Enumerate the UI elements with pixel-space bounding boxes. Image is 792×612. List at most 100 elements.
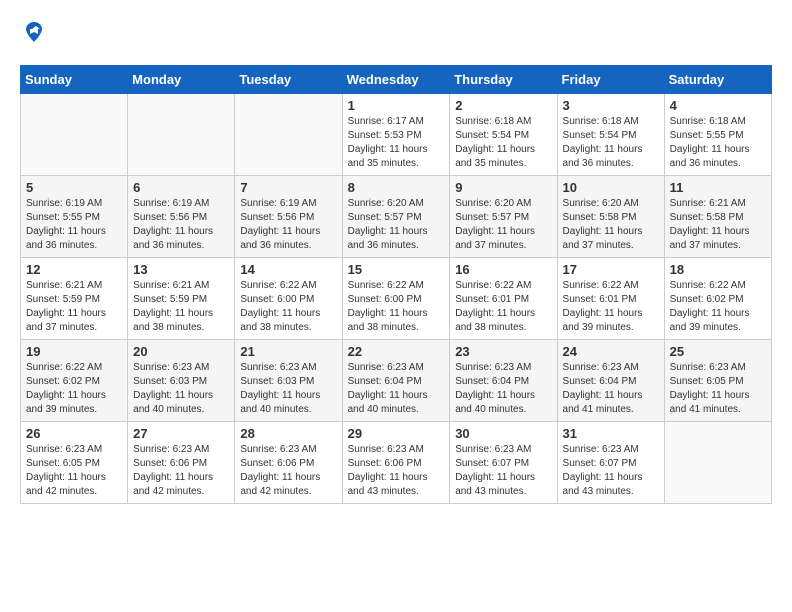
day-info: Sunrise: 6:20 AM Sunset: 5:57 PM Dayligh… <box>455 197 551 253</box>
day-number: 14 <box>240 262 336 277</box>
calendar-cell: 26 Sunrise: 6:23 AM Sunset: 6:05 PM Dayli… <box>21 422 128 504</box>
day-number: 24 <box>563 344 659 359</box>
day-info: Sunrise: 6:21 AM Sunset: 5:58 PM Dayligh… <box>670 197 766 253</box>
day-info: Sunrise: 6:22 AM Sunset: 6:01 PM Dayligh… <box>455 279 551 335</box>
calendar-cell: 31Sunrise: 6:23 AM Sunset: 6:07 PM Dayli… <box>557 422 664 504</box>
calendar-cell: 5 Sunrise: 6:19 AM Sunset: 5:55 PM Daylig… <box>21 176 128 258</box>
day-info: Sunrise: 6:23 AM Sunset: 6:04 PM Dayligh… <box>455 361 551 417</box>
calendar-cell: 24 Sunrise: 6:23 AM Sunset: 6:04 PM Dayli… <box>557 340 664 422</box>
calendar-cell: 17 Sunrise: 6:22 AM Sunset: 6:01 PM Dayli… <box>557 258 664 340</box>
calendar-cell: 18Sunrise: 6:22 AM Sunset: 6:02 PM Dayli… <box>664 258 771 340</box>
day-info: Sunrise: 6:23 AM Sunset: 6:05 PM Dayligh… <box>26 443 122 499</box>
calendar-cell <box>664 422 771 504</box>
day-info: Sunrise: 6:18 AM Sunset: 5:54 PM Dayligh… <box>563 115 659 171</box>
weekday-header-monday: Monday <box>128 66 235 94</box>
day-number: 18 <box>670 262 766 277</box>
calendar-cell: 11 Sunrise: 6:21 AM Sunset: 5:58 PM Dayli… <box>664 176 771 258</box>
weekday-header-saturday: Saturday <box>664 66 771 94</box>
calendar-week-row: 5 Sunrise: 6:19 AM Sunset: 5:55 PM Daylig… <box>21 176 772 258</box>
day-info: Sunrise: 6:20 AM Sunset: 5:58 PM Dayligh… <box>563 197 659 253</box>
day-info: Sunrise: 6:19 AM Sunset: 5:56 PM Dayligh… <box>133 197 229 253</box>
day-number: 10 <box>563 180 659 195</box>
weekday-header-tuesday: Tuesday <box>235 66 342 94</box>
calendar-week-row: 12 Sunrise: 6:21 AM Sunset: 5:59 PM Dayli… <box>21 258 772 340</box>
day-info: Sunrise: 6:23 AM Sunset: 6:04 PM Dayligh… <box>563 361 659 417</box>
calendar-cell: 12 Sunrise: 6:21 AM Sunset: 5:59 PM Dayli… <box>21 258 128 340</box>
day-info: Sunrise: 6:23 AM Sunset: 6:05 PM Dayligh… <box>670 361 766 417</box>
weekday-header-thursday: Thursday <box>450 66 557 94</box>
day-number: 22 <box>348 344 445 359</box>
day-info: Sunrise: 6:23 AM Sunset: 6:06 PM Dayligh… <box>348 443 445 499</box>
calendar-cell: 20 Sunrise: 6:23 AM Sunset: 6:03 PM Dayli… <box>128 340 235 422</box>
calendar-cell: 4 Sunrise: 6:18 AM Sunset: 5:55 PM Daylig… <box>664 94 771 176</box>
weekday-header-friday: Friday <box>557 66 664 94</box>
calendar-cell: 30 Sunrise: 6:23 AM Sunset: 6:07 PM Dayli… <box>450 422 557 504</box>
day-number: 3 <box>563 98 659 113</box>
logo <box>20 20 46 49</box>
calendar-cell: 27 Sunrise: 6:23 AM Sunset: 6:06 PM Dayli… <box>128 422 235 504</box>
calendar-week-row: 19Sunrise: 6:22 AM Sunset: 6:02 PM Dayli… <box>21 340 772 422</box>
weekday-header-sunday: Sunday <box>21 66 128 94</box>
day-number: 20 <box>133 344 229 359</box>
day-number: 30 <box>455 426 551 441</box>
day-info: Sunrise: 6:23 AM Sunset: 6:07 PM Dayligh… <box>455 443 551 499</box>
calendar-cell: 28 Sunrise: 6:23 AM Sunset: 6:06 PM Dayli… <box>235 422 342 504</box>
day-info: Sunrise: 6:23 AM Sunset: 6:03 PM Dayligh… <box>133 361 229 417</box>
day-info: Sunrise: 6:17 AM Sunset: 5:53 PM Dayligh… <box>348 115 445 171</box>
day-number: 29 <box>348 426 445 441</box>
calendar-cell: 22 Sunrise: 6:23 AM Sunset: 6:04 PM Dayli… <box>342 340 450 422</box>
page-header <box>20 20 772 49</box>
calendar-cell: 7Sunrise: 6:19 AM Sunset: 5:56 PM Daylig… <box>235 176 342 258</box>
day-info: Sunrise: 6:23 AM Sunset: 6:03 PM Dayligh… <box>240 361 336 417</box>
calendar-cell: 14 Sunrise: 6:22 AM Sunset: 6:00 PM Dayli… <box>235 258 342 340</box>
calendar-cell: 21 Sunrise: 6:23 AM Sunset: 6:03 PM Dayli… <box>235 340 342 422</box>
weekday-header-wednesday: Wednesday <box>342 66 450 94</box>
day-number: 4 <box>670 98 766 113</box>
day-number: 12 <box>26 262 122 277</box>
calendar-cell: 23 Sunrise: 6:23 AM Sunset: 6:04 PM Dayli… <box>450 340 557 422</box>
calendar-cell: 1 Sunrise: 6:17 AM Sunset: 5:53 PM Daylig… <box>342 94 450 176</box>
weekday-header-row: SundayMondayTuesdayWednesdayThursdayFrid… <box>21 66 772 94</box>
calendar-cell: 25 Sunrise: 6:23 AM Sunset: 6:05 PM Dayli… <box>664 340 771 422</box>
day-number: 8 <box>348 180 445 195</box>
day-info: Sunrise: 6:23 AM Sunset: 6:07 PM Dayligh… <box>563 443 659 499</box>
calendar-cell: 16 Sunrise: 6:22 AM Sunset: 6:01 PM Dayli… <box>450 258 557 340</box>
day-number: 27 <box>133 426 229 441</box>
day-number: 15 <box>348 262 445 277</box>
day-info: Sunrise: 6:21 AM Sunset: 5:59 PM Dayligh… <box>133 279 229 335</box>
calendar-cell: 2Sunrise: 6:18 AM Sunset: 5:54 PM Daylig… <box>450 94 557 176</box>
day-info: Sunrise: 6:22 AM Sunset: 6:01 PM Dayligh… <box>563 279 659 335</box>
day-info: Sunrise: 6:19 AM Sunset: 5:55 PM Dayligh… <box>26 197 122 253</box>
calendar-cell: 3 Sunrise: 6:18 AM Sunset: 5:54 PM Daylig… <box>557 94 664 176</box>
day-number: 1 <box>348 98 445 113</box>
day-info: Sunrise: 6:23 AM Sunset: 6:04 PM Dayligh… <box>348 361 445 417</box>
logo-icon <box>22 20 46 44</box>
day-info: Sunrise: 6:22 AM Sunset: 6:00 PM Dayligh… <box>240 279 336 335</box>
calendar-cell: 9 Sunrise: 6:20 AM Sunset: 5:57 PM Daylig… <box>450 176 557 258</box>
day-number: 28 <box>240 426 336 441</box>
day-number: 25 <box>670 344 766 359</box>
day-number: 17 <box>563 262 659 277</box>
day-info: Sunrise: 6:22 AM Sunset: 6:00 PM Dayligh… <box>348 279 445 335</box>
calendar-week-row: 26 Sunrise: 6:23 AM Sunset: 6:05 PM Dayli… <box>21 422 772 504</box>
calendar-table: SundayMondayTuesdayWednesdayThursdayFrid… <box>20 65 772 504</box>
day-number: 13 <box>133 262 229 277</box>
day-info: Sunrise: 6:18 AM Sunset: 5:55 PM Dayligh… <box>670 115 766 171</box>
day-number: 5 <box>26 180 122 195</box>
day-info: Sunrise: 6:23 AM Sunset: 6:06 PM Dayligh… <box>240 443 336 499</box>
day-number: 26 <box>26 426 122 441</box>
day-number: 16 <box>455 262 551 277</box>
day-number: 11 <box>670 180 766 195</box>
calendar-cell <box>235 94 342 176</box>
calendar-cell <box>21 94 128 176</box>
day-number: 21 <box>240 344 336 359</box>
day-number: 9 <box>455 180 551 195</box>
calendar-cell: 13 Sunrise: 6:21 AM Sunset: 5:59 PM Dayli… <box>128 258 235 340</box>
calendar-cell: 6Sunrise: 6:19 AM Sunset: 5:56 PM Daylig… <box>128 176 235 258</box>
day-info: Sunrise: 6:23 AM Sunset: 6:06 PM Dayligh… <box>133 443 229 499</box>
day-info: Sunrise: 6:21 AM Sunset: 5:59 PM Dayligh… <box>26 279 122 335</box>
day-info: Sunrise: 6:20 AM Sunset: 5:57 PM Dayligh… <box>348 197 445 253</box>
day-number: 7 <box>240 180 336 195</box>
day-number: 23 <box>455 344 551 359</box>
calendar-cell: 19Sunrise: 6:22 AM Sunset: 6:02 PM Dayli… <box>21 340 128 422</box>
